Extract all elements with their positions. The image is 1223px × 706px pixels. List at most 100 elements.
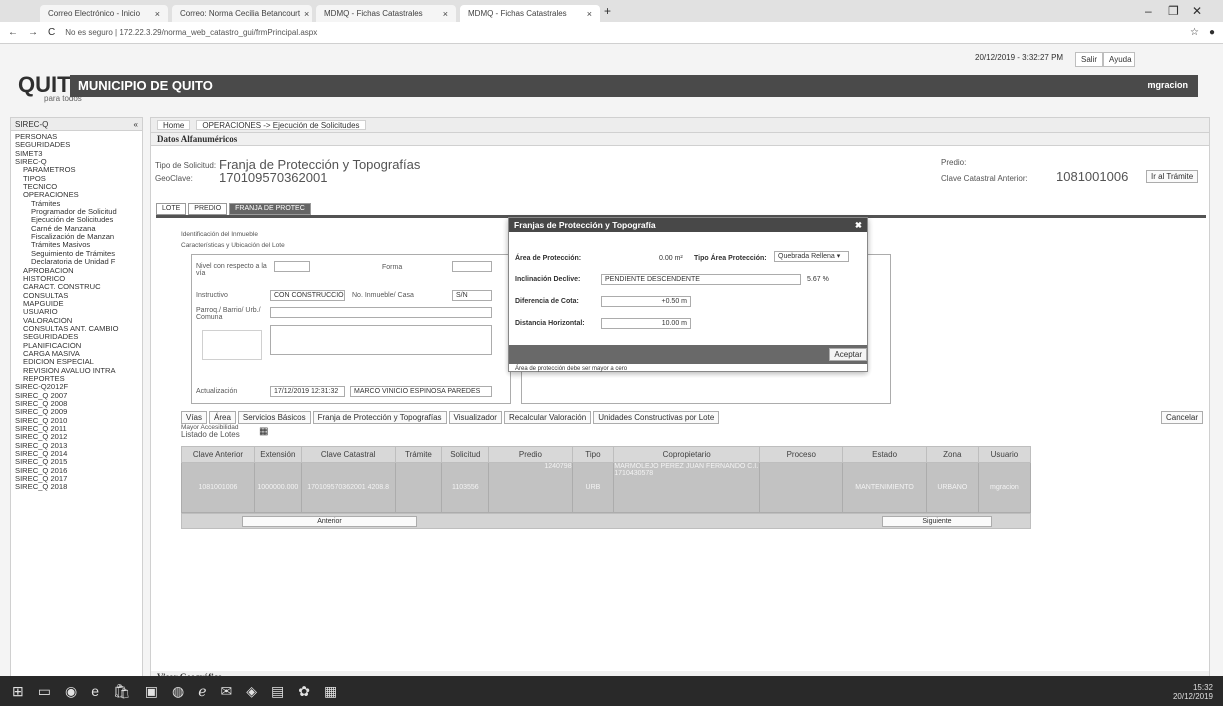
nivel-field[interactable] xyxy=(274,261,310,272)
sidebar-item[interactable]: HISTÓRICO xyxy=(11,275,142,283)
sidebar-item[interactable]: Trámites Masivos xyxy=(11,241,142,249)
column-header[interactable]: Trámite xyxy=(394,446,443,463)
vias-button[interactable]: Vías xyxy=(181,411,208,424)
sidebar-item[interactable]: CARGA MASIVA xyxy=(11,350,142,358)
sidebar-item[interactable]: SIREC_Q 2014 xyxy=(11,450,142,458)
sidebar-item[interactable]: SIREC_Q 2007 xyxy=(11,392,142,400)
app-icon[interactable]: ✿ xyxy=(298,683,310,700)
sidebar-item[interactable]: SIMET3 xyxy=(11,150,142,158)
app-icon[interactable]: ▦ xyxy=(324,683,337,700)
area-button[interactable]: Área xyxy=(209,411,236,424)
close-icon[interactable]: × xyxy=(304,9,309,19)
sidebar-item[interactable]: CONSULTAS xyxy=(11,292,142,300)
instructivo-field[interactable]: CON CONSTRUCCIÓN xyxy=(270,290,345,301)
forward-icon[interactable]: → xyxy=(28,27,38,38)
tab-lote[interactable]: LOTE xyxy=(156,203,187,215)
tipo-area-select[interactable]: Quebrada Rellena ▾ xyxy=(774,251,849,262)
column-header[interactable]: Clave Catastral xyxy=(300,446,396,463)
sidebar-item[interactable]: EDICION ESPECIAL xyxy=(11,358,142,366)
back-icon[interactable]: ← xyxy=(8,27,18,38)
sidebar-item[interactable]: SIREC_Q 2012 xyxy=(11,433,142,441)
close-icon[interactable]: × xyxy=(587,9,592,19)
sidebar-item[interactable]: REVISIÓN AVALUO INTRA xyxy=(11,367,142,375)
column-header[interactable]: Zona xyxy=(925,446,979,463)
forma-field[interactable] xyxy=(452,261,492,272)
new-tab-icon[interactable]: + xyxy=(604,4,611,18)
reload-icon[interactable]: C xyxy=(48,27,55,38)
sidebar-item[interactable]: OPERACIONES xyxy=(11,191,142,199)
column-header[interactable]: Estado xyxy=(842,446,927,463)
sidebar-item[interactable]: Seguimiento de Trámites xyxy=(11,250,142,258)
column-header[interactable]: Extensión xyxy=(253,446,302,463)
star-icon[interactable]: ☆ xyxy=(1190,27,1199,38)
edge-icon[interactable]: e xyxy=(91,683,99,699)
sidebar-item[interactable]: Trámites xyxy=(11,200,142,208)
mail-icon[interactable]: ✉ xyxy=(221,683,233,700)
sidebar-item[interactable]: TIPOS xyxy=(11,175,142,183)
column-header[interactable]: Tipo xyxy=(571,446,615,463)
url-field[interactable]: No es seguro | 172.22.3.29/norma_web_cat… xyxy=(65,28,317,37)
sidebar-item[interactable]: SIREC_Q 2010 xyxy=(11,417,142,425)
app-icon[interactable]: ▤ xyxy=(271,683,284,700)
ir-tramite-button[interactable]: Ir al Trámite xyxy=(1146,170,1199,183)
close-window-button[interactable]: ✕ xyxy=(1192,4,1202,18)
table-icon[interactable]: ▦ xyxy=(259,426,268,437)
tab-predio[interactable]: PREDIO xyxy=(188,203,228,215)
collapse-icon[interactable]: « xyxy=(134,120,138,129)
ie-icon[interactable]: ℯ xyxy=(198,683,206,700)
profile-icon[interactable]: ● xyxy=(1209,27,1215,38)
column-header[interactable]: Clave Anterior xyxy=(181,446,255,463)
sidebar-item[interactable]: SEGURIDADES xyxy=(11,333,142,341)
sidebar-item[interactable]: PLANIFICACIÓN xyxy=(11,342,142,350)
close-icon[interactable]: × xyxy=(155,9,160,19)
sidebar-item[interactable]: CARACT. CONSTRUC xyxy=(11,283,142,291)
tab-operaciones[interactable]: OPERACIONES -> Ejecución de Solicitudes xyxy=(196,120,366,130)
sidebar-item[interactable]: SIREC-Q xyxy=(11,158,142,166)
sidebar-item[interactable]: CONSULTAS ANT. CAMBIO xyxy=(11,325,142,333)
sidebar-item[interactable]: Ejecución de Solicitudes xyxy=(11,216,142,224)
sidebar-item[interactable]: SIREC-Q2012F xyxy=(11,383,142,391)
visualizador-button[interactable]: Visualizador xyxy=(448,411,502,424)
system-tray[interactable]: 15:32 20/12/2019 xyxy=(1173,683,1213,701)
aceptar-button[interactable]: Aceptar xyxy=(829,348,867,361)
salir-button[interactable]: Salir xyxy=(1075,52,1104,67)
distancia-field[interactable]: 10.00 m xyxy=(601,318,691,329)
sidebar-item[interactable]: Programador de Solicitud xyxy=(11,208,142,216)
sidebar-item[interactable]: TECNICO xyxy=(11,183,142,191)
minimize-button[interactable]: – xyxy=(1145,4,1152,18)
anterior-button[interactable]: Anterior xyxy=(242,516,417,527)
sidebar-item[interactable]: SIREC_Q 2016 xyxy=(11,467,142,475)
chrome-icon[interactable]: ◉ xyxy=(65,683,77,700)
ayuda-button[interactable]: Ayuda xyxy=(1103,52,1135,67)
column-header[interactable]: Copropietario xyxy=(613,446,761,463)
browser-tab[interactable]: Correo: Norma Cecilia Betancourt × xyxy=(172,5,312,22)
tab-franja[interactable]: FRANJA DE PROTEC xyxy=(229,203,311,215)
parroquia-field[interactable] xyxy=(270,307,492,318)
sidebar-item[interactable]: SIREC_Q 2015 xyxy=(11,458,142,466)
column-header[interactable]: Predio xyxy=(488,446,573,463)
sidebar-item[interactable]: SIREC_Q 2018 xyxy=(11,483,142,491)
sidebar-item[interactable]: SIREC_Q 2013 xyxy=(11,442,142,450)
app-icon[interactable]: ◈ xyxy=(246,683,257,700)
sidebar-item[interactable]: USUARIO xyxy=(11,308,142,316)
siguiente-button[interactable]: Siguiente xyxy=(882,516,992,527)
maximize-button[interactable]: ❐ xyxy=(1168,4,1179,18)
windows-start-icon[interactable]: ⊞ xyxy=(12,683,24,700)
sidebar-item[interactable]: SIREC_Q 2008 xyxy=(11,400,142,408)
column-header[interactable]: Usuario xyxy=(977,446,1032,463)
table-row[interactable]: 1081001006 1000000.000 170109570362001 4… xyxy=(181,462,1032,513)
photos-icon[interactable]: ▣ xyxy=(145,683,158,700)
num-inmueble-field[interactable]: S/N xyxy=(452,290,492,301)
task-view-icon[interactable]: ▭ xyxy=(38,683,51,700)
parroquia-detail-field[interactable] xyxy=(270,325,492,355)
franja-button[interactable]: Franja de Protección y Topografías xyxy=(312,411,447,424)
sidebar-item[interactable]: SIREC_Q 2017 xyxy=(11,475,142,483)
sidebar-item[interactable]: SEGURIDADES xyxy=(11,141,142,149)
servicios-button[interactable]: Servicios Básicos xyxy=(237,411,311,424)
sidebar-item[interactable]: Carné de Manzana xyxy=(11,225,142,233)
tab-home[interactable]: Home xyxy=(157,120,191,130)
sidebar-item[interactable]: Fiscalización de Manzan xyxy=(11,233,142,241)
inclinacion-field[interactable]: PENDIENTE DESCENDENTE xyxy=(601,274,801,285)
column-header[interactable]: Solicitud xyxy=(441,446,490,463)
store-icon[interactable]: 🛍 xyxy=(113,683,131,700)
